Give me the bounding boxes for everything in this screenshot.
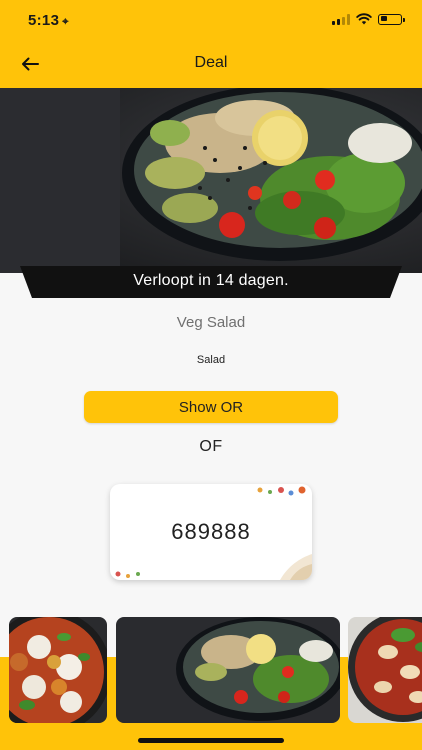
deal-title: Veg Salad <box>176 314 246 331</box>
gnocchi-photo <box>348 617 422 723</box>
deal-code: 689888 <box>171 519 251 544</box>
separator-text: OF <box>199 438 223 455</box>
status-icons <box>332 13 405 25</box>
status-bar: 5:13 ⌖ <box>0 0 422 40</box>
expiry-banner: Verloopt in 14 dagen. <box>20 266 402 298</box>
deal-hero-image <box>0 88 422 273</box>
salad-photo <box>0 88 422 273</box>
deal-image-carousel[interactable] <box>0 617 422 725</box>
nav-bar: Deal <box>0 44 422 84</box>
carousel-item-shakshuka[interactable] <box>9 617 107 723</box>
battery-icon <box>378 13 405 25</box>
status-time: 5:13 ⌖ <box>28 12 69 29</box>
salad-thumbnail-photo <box>116 617 340 723</box>
deal-category: Salad <box>196 354 226 366</box>
expiry-text: Verloopt in 14 dagen. <box>133 272 289 289</box>
page-title: Deal <box>194 54 228 71</box>
deal-code-card: 689888 <box>110 484 312 580</box>
signal-icon <box>332 13 350 25</box>
shakshuka-photo <box>9 617 107 723</box>
show-qr-button[interactable]: Show OR <box>84 391 338 423</box>
status-time-text: 5:13 <box>28 12 60 29</box>
carousel-item-gnocchi[interactable] <box>348 617 422 723</box>
app-header: 5:13 ⌖ Deal <box>0 0 422 88</box>
carousel-item-salad[interactable] <box>116 617 340 723</box>
wifi-icon <box>356 13 372 25</box>
location-icon: ⌖ <box>62 16 69 28</box>
home-indicator <box>138 738 284 743</box>
